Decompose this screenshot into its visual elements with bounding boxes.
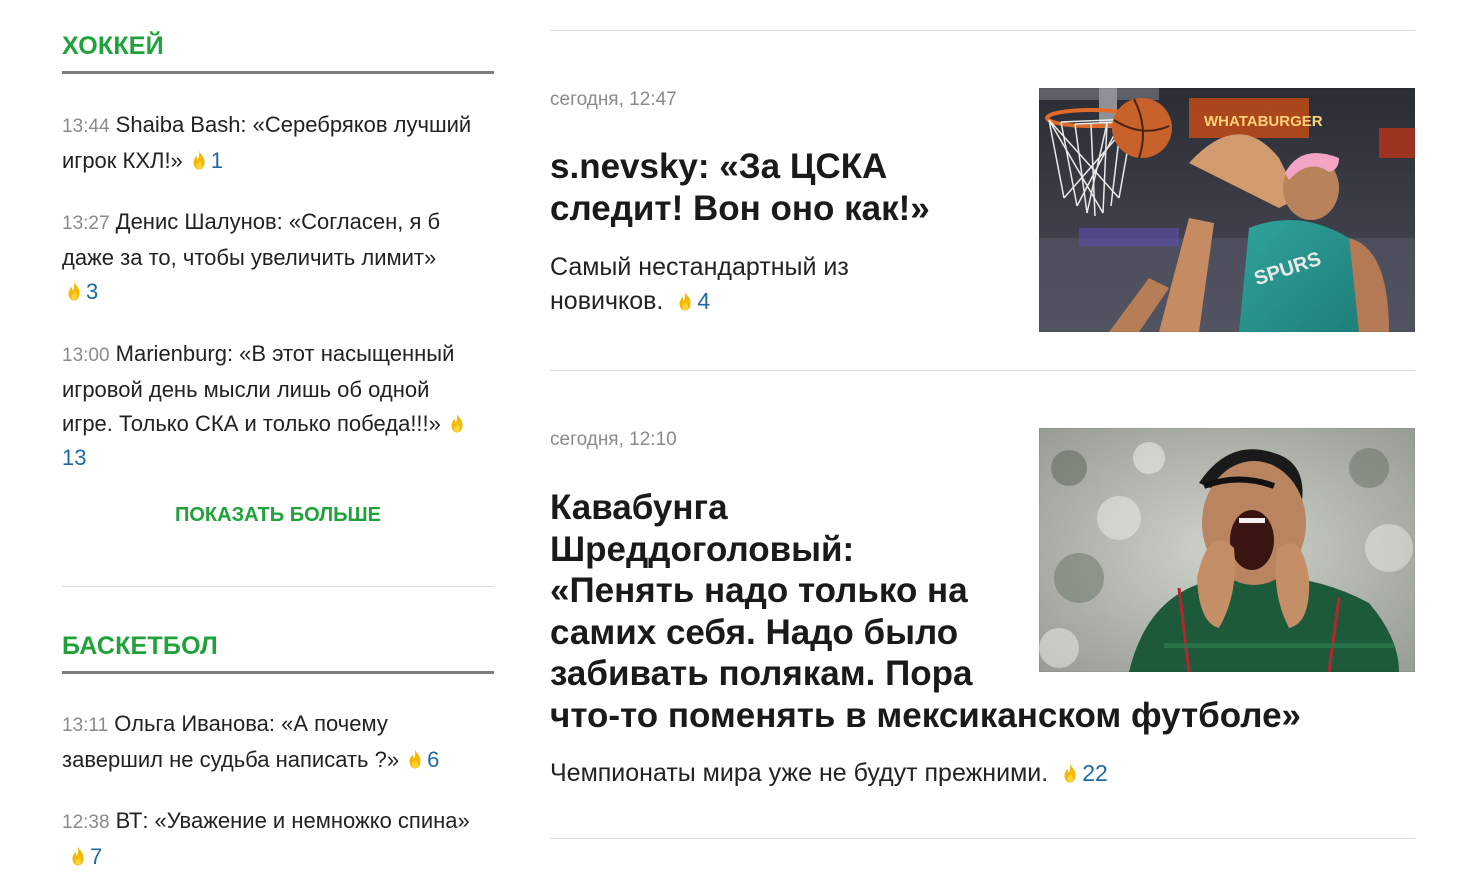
feed-time: 13:11: [62, 715, 109, 736]
reaction-count[interactable]: 22: [1082, 760, 1108, 786]
section-divider: [62, 671, 494, 674]
article-image-football[interactable]: [1039, 428, 1415, 672]
feed-text: Денис Шалунов: «Согласен, я б даже за то…: [62, 209, 441, 270]
section-divider: [62, 71, 494, 74]
flame-icon: [1062, 763, 1078, 783]
flame-icon: [407, 749, 423, 769]
feed-item[interactable]: 13:27 Денис Шалунов: «Согласен, я б даже…: [62, 205, 494, 309]
reaction-count[interactable]: 6: [427, 747, 439, 772]
feed-item[interactable]: 13:11 Ольга Иванова: «А почему завершил …: [62, 707, 494, 777]
feed-item[interactable]: 12:38 ВТ: «Уважение и немножко спина» 7: [62, 804, 494, 874]
article-title-line: что-то поменять в мексиканском футболе»: [550, 695, 1302, 735]
feed-text: Marienburg: «В этот насыщенный игровой д…: [62, 341, 455, 436]
article-separator: [550, 838, 1415, 839]
show-more-button[interactable]: ПОКАЗАТЬ БОЛЬШЕ: [62, 504, 494, 527]
section-title-hockey[interactable]: ХОККЕЙ: [62, 32, 164, 61]
feed-item[interactable]: 13:00 Marienburg: «В этот насыщенный игр…: [62, 337, 482, 475]
section-separator: [62, 586, 494, 587]
reaction-count[interactable]: 1: [211, 148, 223, 173]
flame-icon: [66, 281, 82, 301]
feed-time: 13:27: [62, 213, 110, 234]
feed-item[interactable]: 13:44 Shaiba Bash: «Серебряков лучший иг…: [62, 108, 494, 178]
feed-time: 13:00: [62, 345, 110, 366]
article-subtitle-line: Чемпионаты мира уже не будут прежними.: [550, 759, 1049, 787]
reaction-count[interactable]: 7: [90, 844, 102, 869]
reaction-count[interactable]: 3: [86, 279, 98, 304]
article-card[interactable]: сегодня, 12:10 Кавабунга Шреддоголовый: …: [550, 0, 1415, 830]
flame-icon: [191, 150, 207, 170]
feed-time: 13:44: [62, 116, 110, 137]
article-time: сегодня, 12:10: [550, 429, 677, 450]
feed-text: Ольга Иванова: «А почему завершил не суд…: [62, 711, 400, 772]
section-title-basketball[interactable]: БАСКЕТБОЛ: [62, 632, 218, 661]
reaction-count[interactable]: 13: [62, 445, 86, 470]
feed-text: Shaiba Bash: «Серебряков лучший игрок КХ…: [62, 112, 472, 173]
flame-icon: [70, 846, 86, 866]
feed-text: ВТ: «Уважение и немножко спина»: [115, 808, 470, 833]
flame-icon: [449, 413, 465, 433]
feed-time: 12:38: [62, 812, 110, 833]
article-subtitle: Чемпионаты мира уже не будут прежними. 22: [550, 756, 1350, 790]
